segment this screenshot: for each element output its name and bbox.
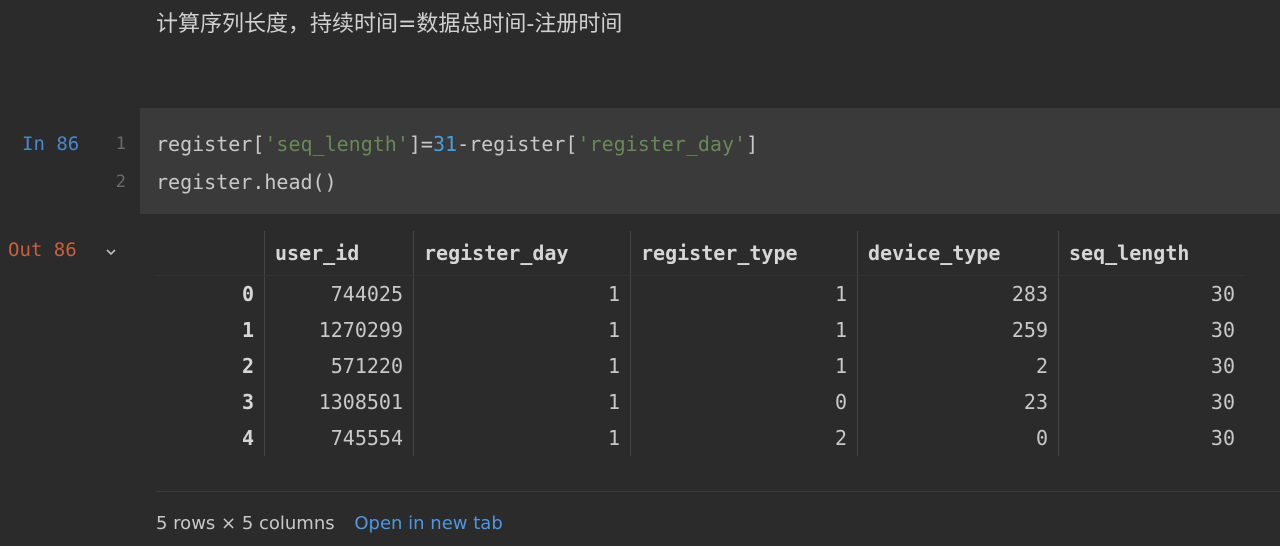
code-cell-editor[interactable] xyxy=(140,108,1280,214)
chevron-down-icon[interactable] xyxy=(104,245,118,259)
table-cell: 1 xyxy=(413,275,631,312)
table-row: 4 745554 1 2 0 30 xyxy=(156,420,1245,456)
table-cell: 1 xyxy=(413,348,631,384)
line-number: 2 xyxy=(115,172,126,192)
table-cell: 571220 xyxy=(264,348,414,384)
table-cell: 283 xyxy=(857,275,1059,312)
table-cell: 0 xyxy=(857,420,1059,456)
column-header: register_day xyxy=(413,231,631,276)
table-cell: 2 xyxy=(630,420,858,456)
table-row: 3 1308501 1 0 23 30 xyxy=(156,384,1245,420)
output-prompt: Out 86 xyxy=(8,239,77,261)
table-cell: 30 xyxy=(1058,348,1245,384)
column-header: seq_length xyxy=(1058,231,1245,276)
table-row: 0 744025 1 1 283 30 xyxy=(156,275,1245,312)
code-line[interactable]: register.head() xyxy=(156,170,337,194)
output-divider xyxy=(156,491,1280,492)
dataframe-shape-label: 5 rows × 5 columns xyxy=(156,513,335,534)
index-header xyxy=(156,231,265,276)
code-token: -register[ xyxy=(457,132,578,156)
string-literal: 'register_day' xyxy=(577,132,747,156)
column-header: user_id xyxy=(264,231,414,276)
code-token: ] xyxy=(746,132,759,156)
table-cell: 744025 xyxy=(264,275,414,312)
open-in-new-tab-link[interactable]: Open in new tab xyxy=(354,513,502,534)
table-row: 2 571220 1 1 2 30 xyxy=(156,348,1245,384)
notebook-page: 计算序列长度，持续时间=数据总时间-注册时间 In 86 1 2 registe… xyxy=(0,0,1280,546)
code-line[interactable]: register['seq_length']=31-register['regi… xyxy=(156,132,758,156)
table-cell: 0 xyxy=(630,384,858,420)
string-literal: 'seq_length' xyxy=(264,132,409,156)
table-cell: 1 xyxy=(630,275,858,312)
dataframe-table: user_id register_day register_type devic… xyxy=(156,231,1245,456)
table-cell: 1 xyxy=(413,312,631,348)
table-cell: 2 xyxy=(857,348,1059,384)
table-cell: 1 xyxy=(630,312,858,348)
number-literal: 31 xyxy=(432,132,458,156)
table-cell: 23 xyxy=(857,384,1059,420)
line-number: 1 xyxy=(115,134,126,154)
column-header: device_type xyxy=(857,231,1059,276)
code-token: ]= xyxy=(408,132,433,156)
table-cell: 30 xyxy=(1058,420,1245,456)
column-header: register_type xyxy=(630,231,858,276)
table-cell: 30 xyxy=(1058,312,1245,348)
table-cell: 30 xyxy=(1058,275,1245,312)
table-header-row: user_id register_day register_type devic… xyxy=(156,231,1245,276)
row-index: 1 xyxy=(241,318,254,342)
row-index: 2 xyxy=(241,354,254,378)
code-token: register[ xyxy=(156,132,265,156)
table-row: 1 1270299 1 1 259 30 xyxy=(156,312,1245,348)
row-index: 3 xyxy=(241,390,254,414)
table-cell: 30 xyxy=(1058,384,1245,420)
row-index: 0 xyxy=(241,282,254,306)
table-cell: 259 xyxy=(857,312,1059,348)
table-cell: 1 xyxy=(413,384,631,420)
table-cell: 1270299 xyxy=(264,312,414,348)
input-prompt: In 86 xyxy=(22,133,80,155)
output-footer: 5 rows × 5 columns Open in new tab xyxy=(156,512,503,536)
markdown-cell-text: 计算序列长度，持续时间=数据总时间-注册时间 xyxy=(156,12,623,37)
row-index: 4 xyxy=(241,426,254,450)
table-cell: 1 xyxy=(630,348,858,384)
code-token: register.head() xyxy=(156,170,337,194)
table-cell: 1 xyxy=(413,420,631,456)
table-cell: 745554 xyxy=(264,420,414,456)
table-cell: 1308501 xyxy=(264,384,414,420)
